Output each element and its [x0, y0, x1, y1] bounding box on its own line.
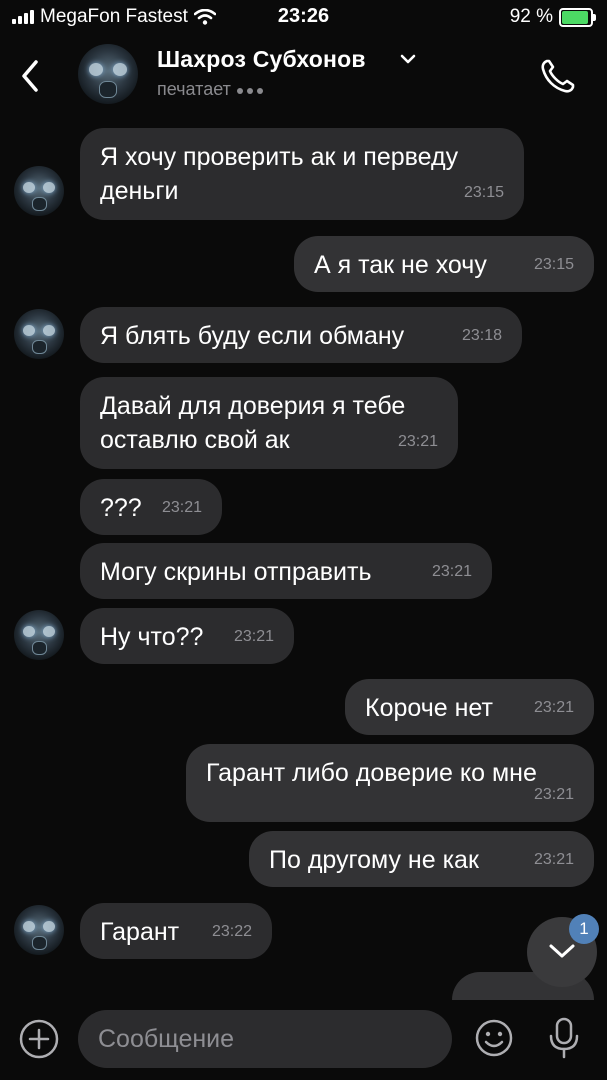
battery-percent: 92 %: [509, 6, 553, 27]
message-text: Давай для доверия я тебе оставлю свой ак: [100, 392, 406, 454]
message-time: 23:15: [533, 256, 574, 273]
message-text: Гарант: [100, 918, 180, 946]
message-text: ???: [100, 494, 142, 522]
chat-header: Шахроз Субхонов печатает: [0, 34, 607, 120]
message-time: 23:21: [533, 786, 574, 803]
message-text: Могу скрины отправить: [100, 558, 372, 586]
message-avatar[interactable]: [14, 610, 64, 660]
message-time: 23:21: [431, 563, 472, 580]
message-bubble[interactable]: Давай для доверия я тебе оставлю свой ак…: [80, 377, 458, 469]
message-time: 23:21: [533, 699, 574, 716]
message-text: По другому не как: [269, 846, 479, 874]
message-time: 23:22: [211, 923, 252, 940]
microphone-icon[interactable]: [546, 1016, 582, 1060]
message-time: 23:21: [233, 628, 274, 645]
message-text: Я хочу проверить ак и перведу деньги: [100, 143, 459, 205]
message-bubble[interactable]: Я хочу проверить ак и перведу деньги 23:…: [80, 128, 524, 220]
scroll-down-icon: [549, 944, 575, 958]
message-text: Ну что??: [100, 623, 204, 651]
message-bubble[interactable]: А я так не хочу 23:15: [294, 236, 594, 292]
back-icon[interactable]: [16, 56, 46, 96]
message-avatar[interactable]: [14, 905, 64, 955]
battery-group: 92 %: [509, 6, 596, 28]
message-bubble[interactable]: По другому не как 23:21: [249, 831, 594, 887]
unread-badge: 1: [569, 914, 599, 944]
emoji-icon[interactable]: [474, 1018, 514, 1058]
message-time: 23:15: [463, 184, 504, 201]
contact-avatar[interactable]: [78, 44, 138, 104]
phone-icon[interactable]: [538, 56, 578, 96]
message-time: 23:21: [397, 433, 438, 450]
message-bubble[interactable]: Я блять буду если обману 23:18: [80, 307, 522, 363]
message-avatar[interactable]: [14, 309, 64, 359]
message-bubble[interactable]: Гарант либо доверие ко мне 23:21: [186, 744, 594, 822]
message-avatar[interactable]: [14, 166, 64, 216]
message-text: Гарант либо доверие ко мне: [206, 759, 537, 787]
contact-name[interactable]: Шахроз Субхонов: [157, 46, 366, 73]
message-bubble[interactable]: Ну что?? 23:21: [80, 608, 294, 664]
chevron-down-icon[interactable]: [399, 52, 417, 66]
message-bubble[interactable]: Короче нет 23:21: [345, 679, 594, 735]
message-time: 23:18: [461, 327, 502, 344]
typing-status: печатает: [157, 79, 263, 100]
message-bubble[interactable]: ??? 23:21: [80, 479, 222, 535]
status-bar: MegaFon Fastest 23:26 92 %: [0, 0, 607, 34]
typing-dots-icon: [236, 87, 263, 94]
message-text: Короче нет: [365, 694, 493, 722]
message-input[interactable]: [78, 1010, 452, 1068]
message-time: 23:21: [161, 499, 202, 516]
message-text: Я блять буду если обману: [100, 322, 405, 350]
typing-label: печатает: [157, 79, 231, 99]
battery-icon: [559, 7, 596, 27]
plus-circle-icon[interactable]: [18, 1018, 60, 1060]
composer-bar: [0, 1000, 607, 1080]
message-bubble[interactable]: Гарант 23:22: [80, 903, 272, 959]
message-bubble[interactable]: Могу скрины отправить 23:21: [80, 543, 492, 599]
message-text: А я так не хочу: [314, 251, 487, 279]
message-time: 23:21: [533, 851, 574, 868]
